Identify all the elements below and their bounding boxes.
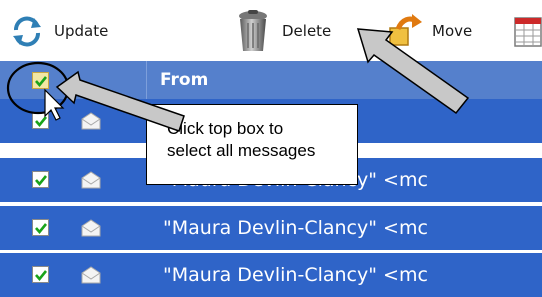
sender: "Maura Devlin-Clancy" <mc bbox=[163, 264, 428, 286]
move-button[interactable]: Move bbox=[388, 0, 472, 61]
envelope-icon bbox=[81, 112, 101, 130]
row-separator bbox=[0, 250, 542, 253]
toolbar: Update Delete Move bbox=[0, 0, 542, 61]
row-checkbox[interactable] bbox=[32, 171, 49, 188]
calendar-icon bbox=[514, 14, 542, 48]
delete-button[interactable]: Delete bbox=[236, 0, 331, 61]
move-label: Move bbox=[432, 21, 473, 40]
refresh-icon bbox=[10, 14, 44, 48]
select-all-checkbox[interactable] bbox=[32, 72, 49, 89]
table-row[interactable]: "Maura Devlin-Clancy" <mc bbox=[0, 253, 542, 297]
envelope-icon bbox=[81, 219, 101, 237]
checkmark-icon bbox=[35, 116, 48, 128]
row-checkbox[interactable] bbox=[32, 219, 49, 236]
checkmark-icon bbox=[35, 76, 48, 88]
move-icon bbox=[388, 13, 424, 49]
from-column-header[interactable]: From bbox=[160, 61, 208, 99]
delete-label: Delete bbox=[282, 21, 332, 40]
envelope-icon bbox=[81, 266, 101, 284]
callout-line-2: select all messages bbox=[167, 141, 316, 160]
row-checkbox[interactable] bbox=[32, 112, 49, 129]
envelope-icon bbox=[81, 171, 101, 189]
update-button[interactable]: Update bbox=[10, 0, 108, 61]
checkmark-icon bbox=[35, 270, 48, 282]
checkmark-icon bbox=[35, 175, 48, 187]
instruction-callout: Click top box to select all messages bbox=[146, 104, 358, 185]
table-row[interactable]: "Maura Devlin-Clancy" <mc bbox=[0, 206, 542, 250]
update-label: Update bbox=[54, 21, 109, 40]
trash-icon bbox=[236, 9, 270, 53]
calendar-button[interactable] bbox=[514, 0, 542, 61]
message-list-header: From bbox=[0, 61, 542, 99]
column-divider bbox=[146, 61, 147, 99]
row-separator bbox=[0, 202, 542, 206]
checkmark-icon bbox=[35, 223, 48, 235]
sender: "Maura Devlin-Clancy" <mc bbox=[163, 217, 428, 239]
callout-line-1: Click top box to bbox=[167, 119, 284, 138]
row-checkbox[interactable] bbox=[32, 266, 49, 283]
